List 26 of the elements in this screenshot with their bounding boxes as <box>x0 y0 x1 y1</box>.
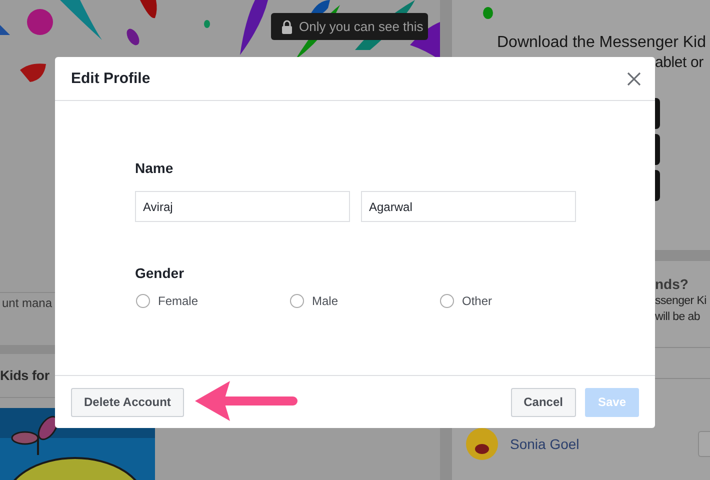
heading-text: ablet or <box>654 53 704 73</box>
confetti-drawing <box>483 7 493 19</box>
radio-button[interactable] <box>136 294 150 308</box>
lock-icon <box>281 20 293 34</box>
privacy-badge: Only you can see this <box>271 13 428 40</box>
dialog-title: Edit Profile <box>71 70 150 87</box>
field-label: Name <box>135 159 174 177</box>
input-field[interactable]: Aviraj <box>135 191 350 222</box>
section-text: ssenger Ki <box>655 294 708 309</box>
section-text: will be ab <box>655 310 701 325</box>
field-label: Gender <box>135 264 186 282</box>
cancel-button[interactable]: Cancel <box>510 388 576 416</box>
section-text: unt mana <box>2 296 52 310</box>
radio-button[interactable] <box>440 294 454 308</box>
radio-button[interactable] <box>290 294 304 308</box>
radio-label[interactable]: Female <box>158 294 198 308</box>
avatar <box>465 427 499 461</box>
delete-button[interactable]: Delete Account <box>71 388 184 416</box>
input-field[interactable]: Agarwal <box>361 191 576 222</box>
radio-label[interactable]: Other <box>462 294 492 308</box>
contact-name[interactable]: Sonia Goel <box>510 436 580 452</box>
radio-label[interactable]: Male <box>312 294 338 308</box>
close-icon[interactable] <box>627 72 641 86</box>
section-title: Kids for <box>0 368 50 383</box>
section-title: nds? <box>655 275 690 293</box>
heading-text: Download the Messenger Kid <box>497 33 708 53</box>
